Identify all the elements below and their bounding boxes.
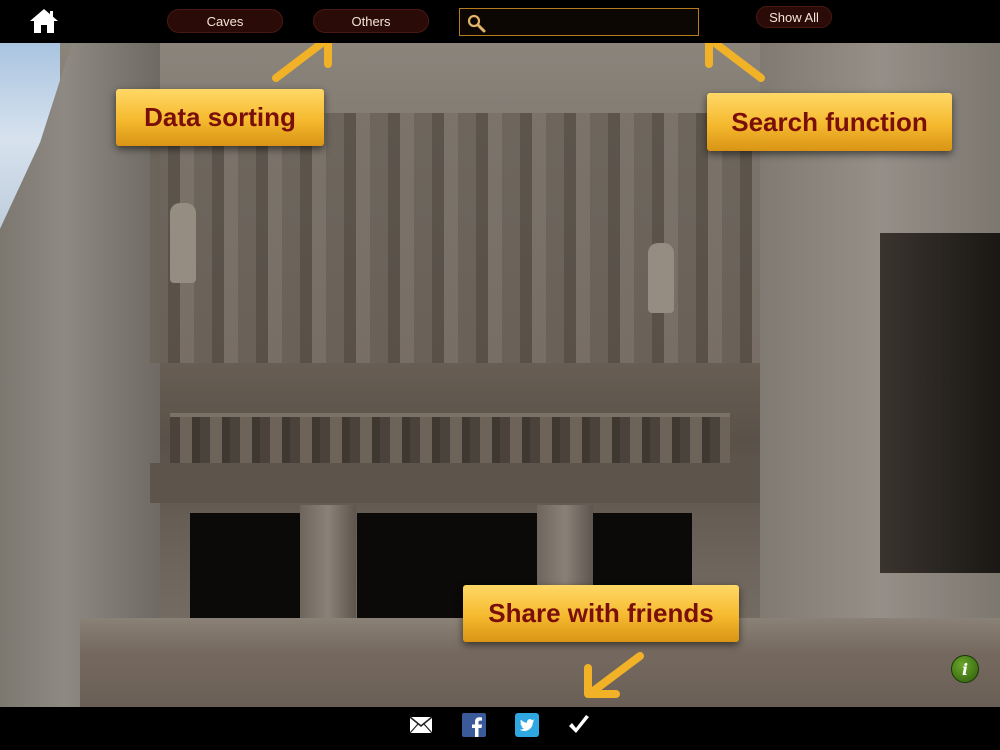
others-button[interactable]: Others [313,9,429,33]
checkmark-icon [569,715,589,733]
facebook-share-button[interactable] [462,713,486,737]
twitter-share-button[interactable] [515,713,539,737]
mark-visited-button[interactable] [567,713,591,737]
share-callout: Share with friends [463,585,739,642]
bottom-share-bar [0,707,1000,750]
callout-label: Search function [731,106,928,137]
carved-facade [150,113,760,363]
facebook-icon [462,713,486,737]
others-button-label: Others [351,13,391,29]
search-box[interactable] [459,8,699,36]
info-icon: i [961,659,969,679]
mail-icon [409,716,433,734]
statue [648,243,674,313]
lintel [150,463,760,503]
show-all-button-label: Show All [769,9,819,25]
search-input[interactable] [490,12,694,34]
statue [170,203,196,283]
carved-frieze [170,413,730,469]
search-function-callout: Search function [707,93,952,151]
twitter-icon [515,713,539,737]
mail-share-button[interactable] [409,713,433,737]
home-icon [30,9,58,33]
callout-label: Data sorting [144,102,296,132]
data-sorting-callout: Data sorting [116,89,324,146]
caves-button-label: Caves [206,13,244,29]
show-all-button[interactable]: Show All [756,6,832,28]
side-cave-opening [880,233,1000,573]
caves-button[interactable]: Caves [167,9,283,33]
arrow-down-left-icon [584,652,644,698]
info-button[interactable]: i [951,655,979,683]
callout-label: Share with friends [488,598,714,628]
search-icon [467,14,486,33]
home-button[interactable] [28,6,60,36]
top-toolbar: Caves Others Show All [0,0,1000,43]
